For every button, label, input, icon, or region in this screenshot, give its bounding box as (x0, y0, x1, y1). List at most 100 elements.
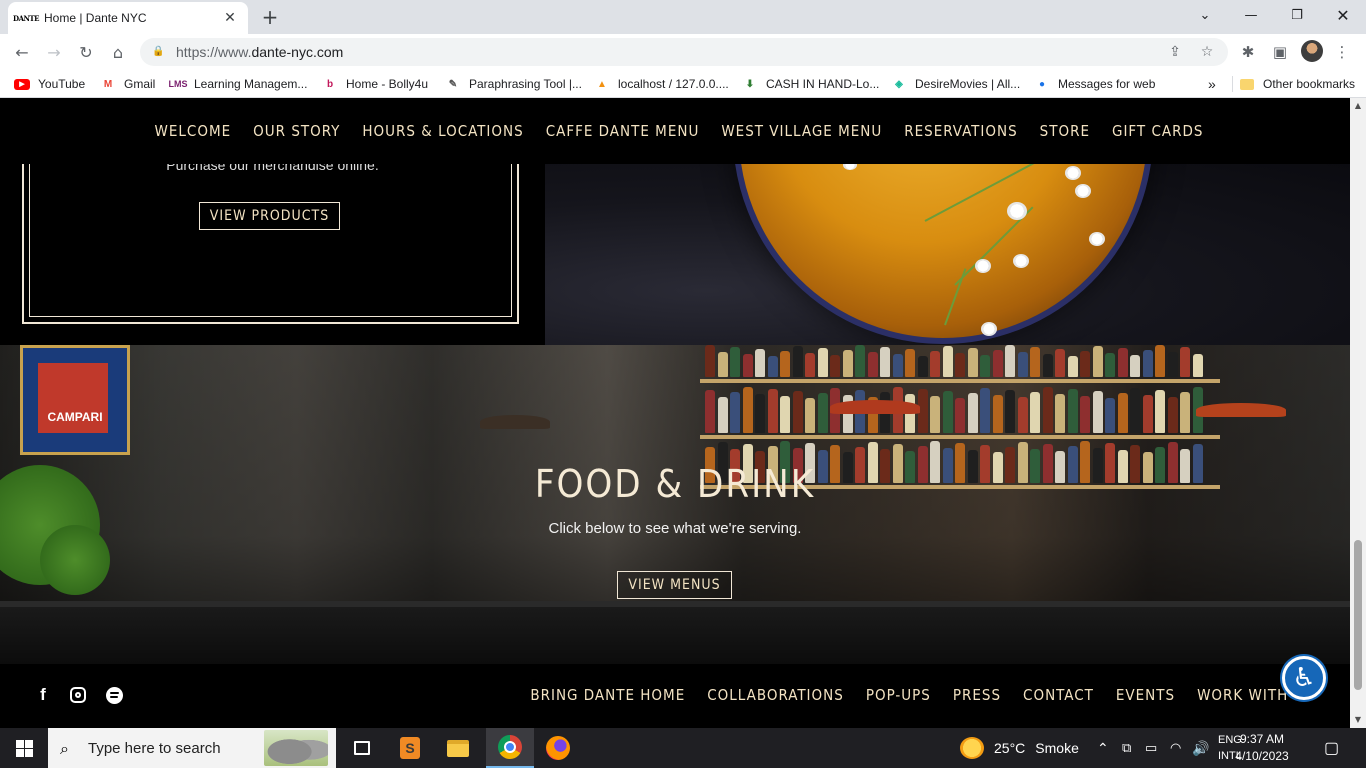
bottle (805, 398, 815, 433)
bottle (705, 390, 715, 433)
browser-tab[interactable]: DANTE Home | Dante NYC ✕ (8, 2, 248, 34)
bookmark-youtube[interactable]: ▶ YouTube (14, 76, 85, 92)
taskbar-search-box[interactable]: ⌕ Type here to search (48, 728, 336, 768)
bottle (880, 347, 890, 377)
more-bookmarks-button[interactable]: » (1208, 76, 1216, 92)
extensions-puzzle-icon[interactable]: ✱ (1236, 40, 1260, 64)
bookmark-cash-in-hand[interactable]: ⬇ CASH IN HAND-Lo... (742, 76, 880, 92)
store-panel: Purchase our merchandise online. VIEW PR… (22, 157, 519, 324)
nav-reservations[interactable]: RESERVATIONS (904, 122, 1017, 140)
chrome-icon[interactable] (486, 728, 534, 768)
paraphrasing-icon: ✎ (448, 78, 458, 90)
bookmark-gmail[interactable]: M Gmail (100, 76, 156, 92)
view-products-button[interactable]: VIEW PRODUCTS (199, 202, 340, 230)
footer-events[interactable]: EVENTS (1116, 686, 1175, 704)
bottle (830, 355, 840, 377)
spotify-icon[interactable] (105, 686, 123, 704)
address-bar[interactable]: 🔒 https://www.dante-nyc.com ⇪ ☆ (140, 38, 1228, 66)
file-explorer-icon[interactable] (434, 728, 482, 768)
footer-bring-dante-home[interactable]: BRING DANTE HOME (530, 686, 685, 704)
bottle (842, 350, 853, 377)
bottle (1055, 349, 1065, 377)
scroll-up-arrow-icon[interactable]: ▲ (1350, 98, 1366, 112)
bookmark-messages[interactable]: ● Messages for web (1034, 76, 1155, 92)
nav-gift-cards[interactable]: GIFT CARDS (1112, 122, 1203, 140)
facebook-icon[interactable]: f (34, 685, 52, 704)
bottle (730, 392, 740, 433)
footer-press[interactable]: PRESS (953, 686, 1001, 704)
bar-shelf (700, 435, 1220, 439)
nav-west-village-menu[interactable]: WEST VILLAGE MENU (721, 122, 882, 140)
lock-icon[interactable]: 🔒 (152, 46, 164, 58)
gmail-icon: M (103, 78, 113, 90)
nav-welcome[interactable]: WELCOME (155, 122, 232, 140)
task-view-icon[interactable] (338, 728, 386, 768)
home-button[interactable]: ⌂ (106, 40, 130, 64)
bookmark-bolly4u[interactable]: b Home - Bolly4u (322, 76, 428, 92)
firefox-icon[interactable] (534, 728, 582, 768)
footer-collaborations[interactable]: COLLABORATIONS (707, 686, 844, 704)
wifi-icon[interactable]: ◠ (1170, 728, 1181, 768)
back-button[interactable]: ← (10, 40, 34, 64)
bottle (980, 388, 990, 433)
bottle (780, 351, 790, 377)
scrollbar-thumb[interactable] (1354, 540, 1362, 690)
pendant-lamp (830, 400, 920, 414)
tab-search-chevron-down-icon[interactable]: ⌄ (1182, 0, 1228, 30)
restore-button[interactable]: ❐ (1274, 0, 1320, 30)
footer-pop-ups[interactable]: POP-UPS (866, 686, 931, 704)
forward-button[interactable]: → (42, 40, 66, 64)
close-tab-icon[interactable]: ✕ (222, 10, 238, 26)
bottle (730, 347, 740, 377)
desiremovies-icon: ◈ (895, 78, 903, 90)
battery-icon[interactable]: ▭ (1145, 728, 1157, 768)
bottle (892, 354, 903, 377)
folder-icon (1239, 76, 1255, 92)
bottle (1042, 387, 1053, 433)
new-tab-button[interactable]: + (258, 5, 282, 29)
minimize-button[interactable]: — (1228, 0, 1274, 30)
bookmark-paraphrasing[interactable]: ✎ Paraphrasing Tool |... (445, 76, 582, 92)
view-menus-button[interactable]: VIEW MENUS (617, 571, 732, 599)
pendant-lamp (1196, 403, 1286, 417)
page-scrollbar[interactable]: ▲ ▼ (1350, 98, 1366, 728)
bookmark-lms[interactable]: LMS Learning Managem... (169, 76, 308, 92)
dante-favicon-icon: DANTE (13, 13, 39, 23)
accessibility-icon[interactable]: ♿ (1282, 656, 1326, 700)
share-icon[interactable]: ⇪ (1162, 38, 1188, 66)
bottle (1005, 345, 1015, 377)
bottle (1130, 355, 1140, 377)
weather-widget[interactable]: 25°C Smoke (960, 728, 1079, 768)
bookmark-star-icon[interactable]: ☆ (1194, 38, 1220, 66)
instagram-icon[interactable] (69, 686, 87, 704)
side-panel-icon[interactable]: ▣ (1268, 40, 1292, 64)
bookmark-localhost[interactable]: ▲ localhost / 127.0.0.... (594, 76, 729, 92)
volume-icon[interactable]: 🔊 (1192, 728, 1209, 768)
bookmark-desiremovies[interactable]: ◈ DesireMovies | All... (891, 76, 1020, 92)
bottle (1055, 394, 1065, 433)
nav-caffe-dante-menu[interactable]: CAFFE DANTE MENU (546, 122, 700, 140)
footer-contact[interactable]: CONTACT (1023, 686, 1094, 704)
network-adapter-icon[interactable]: ⧉ (1122, 728, 1131, 768)
pendant-lamp (480, 415, 550, 429)
show-hidden-icons-chevron-up-icon[interactable]: ⌃ (1097, 728, 1109, 768)
chrome-menu-icon[interactable]: ⋮ (1330, 40, 1354, 64)
reload-button[interactable]: ↻ (74, 40, 98, 64)
sublime-text-icon[interactable]: S (386, 728, 434, 768)
bottle (817, 348, 828, 377)
bottle (930, 351, 940, 377)
bottle (742, 387, 753, 433)
notifications-icon[interactable]: ▢ (1324, 728, 1339, 768)
browser-toolbar: ← → ↻ ⌂ 🔒 https://www.dante-nyc.com ⇪ ☆ … (0, 34, 1366, 70)
bottle (1067, 356, 1078, 377)
other-bookmarks-folder[interactable]: Other bookmarks (1232, 76, 1355, 92)
nav-our-story[interactable]: OUR STORY (253, 122, 340, 140)
system-clock[interactable]: 9:37 AM 4/10/2023 (1222, 731, 1302, 765)
windows-logo-icon (15, 739, 33, 757)
nav-store[interactable]: STORE (1040, 122, 1090, 140)
close-window-button[interactable]: ✕ (1320, 0, 1366, 30)
nav-hours-locations[interactable]: HOURS & LOCATIONS (362, 122, 523, 140)
start-button[interactable] (0, 728, 48, 768)
scroll-down-arrow-icon[interactable]: ▼ (1350, 712, 1366, 726)
profile-avatar[interactable] (1301, 40, 1323, 62)
